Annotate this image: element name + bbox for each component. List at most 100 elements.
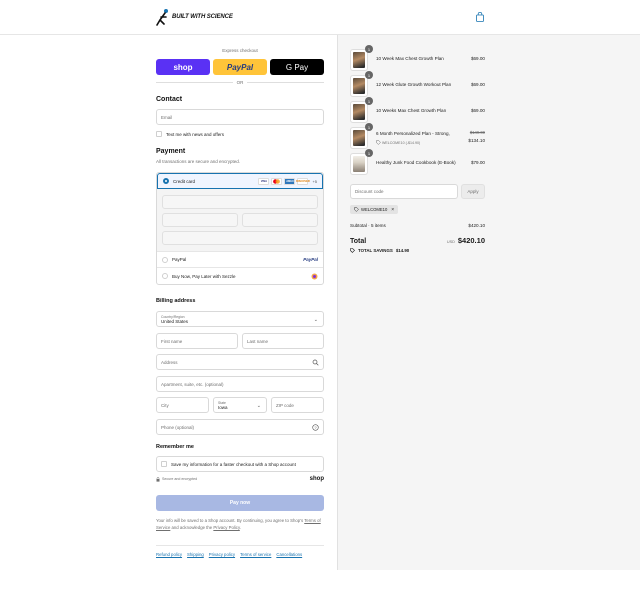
- terms-of-service-link[interactable]: Terms of service: [240, 552, 271, 557]
- header: BUILT WITH SCIENCE: [0, 0, 640, 35]
- card-brands: VISA AMEX DISCOVER +5: [258, 177, 317, 185]
- apartment-field[interactable]: Apartment, suite, etc. (optional): [156, 376, 324, 392]
- news-checkbox[interactable]: [156, 131, 162, 137]
- original-price: $149.00: [469, 130, 485, 135]
- currency-code: USD: [446, 240, 455, 244]
- total-row: Total USD $420.10: [350, 236, 485, 245]
- last-name-field[interactable]: Last name: [242, 333, 324, 349]
- subtotal-value: $420.10: [468, 223, 485, 228]
- brand-name: BUILT WITH SCIENCE: [172, 14, 233, 20]
- product-price: $79.00: [470, 160, 485, 165]
- save-info-row[interactable]: Save my information for a faster checkou…: [156, 456, 324, 472]
- quantity-badge: 1: [365, 45, 373, 53]
- chevron-down-icon: ⌄: [313, 317, 318, 323]
- item-discount-label: WELCOME10 (-$14.90): [382, 140, 421, 145]
- email-field[interactable]: Email: [156, 109, 324, 125]
- email-placeholder: Email: [161, 114, 173, 120]
- product-name: Healthy Junk Food Cookbook (E-Book): [376, 160, 456, 165]
- billing-heading: Billing address: [156, 298, 196, 304]
- amex-icon: AMEX: [284, 177, 296, 185]
- quantity-badge: 1: [365, 123, 373, 131]
- tag-icon: [350, 248, 355, 253]
- cart-item: 1 6 Month Personalized Plan - Strong, WE…: [350, 123, 485, 149]
- address-field[interactable]: Address: [156, 354, 324, 370]
- news-checkbox-row[interactable]: Text me with news and offers: [156, 131, 224, 137]
- runner-logo-icon: [156, 9, 168, 26]
- save-info-checkbox[interactable]: [161, 461, 167, 467]
- city-field[interactable]: City: [156, 397, 209, 413]
- name-on-card-field[interactable]: [162, 231, 318, 245]
- phone-field[interactable]: Phone (optional) ?: [156, 419, 324, 435]
- credit-card-radio[interactable]: [163, 178, 169, 184]
- state-select[interactable]: State Iowa ⌄: [213, 397, 267, 413]
- address-placeholder: Address: [161, 359, 178, 365]
- chevron-down-icon: ⌄: [256, 403, 261, 409]
- discount-code-input[interactable]: Discount code: [350, 184, 458, 199]
- city-placeholder: City: [161, 402, 169, 408]
- contact-heading: Contact: [156, 96, 183, 103]
- product-thumbnail: [350, 75, 368, 97]
- paypal-logo: PayPal: [303, 257, 318, 262]
- refund-policy-link[interactable]: Refund policy: [156, 552, 182, 557]
- country-select[interactable]: Country/Region United States ⌄: [156, 311, 324, 327]
- payment-subtitle: All transactions are secure and encrypte…: [156, 159, 241, 164]
- remove-discount-icon[interactable]: ×: [391, 207, 394, 213]
- secure-label: Secure and encrypted: [162, 477, 198, 481]
- shopping-bag-icon[interactable]: [475, 12, 485, 22]
- google-pay-button[interactable]: G Pay: [270, 59, 324, 75]
- news-label: Text me with news and offers: [166, 131, 224, 137]
- zip-field[interactable]: ZIP code: [271, 397, 324, 413]
- help-icon[interactable]: ?: [312, 424, 319, 431]
- express-checkout-title: Express checkout: [222, 48, 258, 53]
- paypal-option[interactable]: PayPal PayPal: [157, 252, 323, 268]
- subtotal-label: Subtotal · 5 items: [350, 223, 386, 228]
- card-number-field[interactable]: [162, 195, 318, 209]
- remember-heading: Remember me: [156, 444, 194, 450]
- credit-card-option[interactable]: Credit card VISA AMEX DISCOVER +5: [157, 173, 323, 189]
- product-price: $69.00: [470, 56, 485, 61]
- paypal-option-label: PayPal: [172, 257, 187, 262]
- applied-code: WELCOME10: [361, 207, 388, 212]
- quantity-badge: 1: [365, 97, 373, 105]
- apply-button[interactable]: Apply: [461, 184, 485, 199]
- card-row: [162, 213, 318, 231]
- cvv-field[interactable]: [242, 213, 318, 227]
- svg-text:?: ?: [314, 425, 317, 430]
- mastercard-icon: [271, 177, 283, 185]
- subtotal-row: Subtotal · 5 items $420.10: [350, 223, 485, 228]
- visa-icon: VISA: [258, 177, 270, 185]
- quantity-badge: 1: [365, 149, 373, 157]
- sezzle-option[interactable]: Buy Now, Pay Later with Sezzle: [157, 268, 323, 284]
- cart-item: 1 10 Weeks Max Chest Growth Plan $69.00: [350, 97, 485, 123]
- total-savings: TOTAL SAVINGS $14.90: [350, 248, 409, 253]
- cancellations-link[interactable]: Cancellations: [276, 552, 302, 557]
- or-divider: OR: [156, 80, 324, 85]
- product-thumbnail: [350, 127, 368, 149]
- cart-item: 1 12 Week Glute Growth Workout Plan $69.…: [350, 71, 485, 97]
- apartment-placeholder: Apartment, suite, etc. (optional): [161, 381, 224, 387]
- shop-pay-button[interactable]: shop: [156, 59, 210, 75]
- first-name-field[interactable]: First name: [156, 333, 238, 349]
- legal-text-1: Your info will be saved to a Shop accoun…: [156, 518, 304, 523]
- sezzle-logo-icon: [311, 273, 318, 279]
- product-name: 10 Weeks Max Chest Growth Plan: [376, 108, 447, 113]
- sezzle-radio[interactable]: [162, 273, 168, 279]
- paypal-radio[interactable]: [162, 256, 168, 263]
- divider-line: [156, 82, 233, 83]
- savings-label: TOTAL SAVINGS: [358, 248, 393, 253]
- expiry-field[interactable]: [162, 213, 238, 227]
- or-label: OR: [236, 80, 244, 85]
- legal-text-3: .: [239, 525, 241, 530]
- legal-text: Your info will be saved to a Shop accoun…: [156, 517, 324, 531]
- paypal-button[interactable]: PayPal: [213, 59, 267, 75]
- pay-now-button[interactable]: Pay now: [156, 495, 324, 511]
- shipping-link[interactable]: Shipping: [187, 552, 204, 557]
- shop-logo: shop: [309, 476, 324, 482]
- brand-logo[interactable]: BUILT WITH SCIENCE: [156, 8, 233, 26]
- total-label: Total: [350, 238, 367, 245]
- express-checkout-buttons: shop PayPal G Pay: [156, 59, 324, 75]
- state-value: Iowa: [218, 404, 228, 410]
- product-name: 10 Week Max Chest Growth Plan: [376, 56, 444, 61]
- privacy-link[interactable]: Privacy Policy: [213, 525, 239, 530]
- privacy-policy-link[interactable]: Privacy policy: [209, 552, 235, 557]
